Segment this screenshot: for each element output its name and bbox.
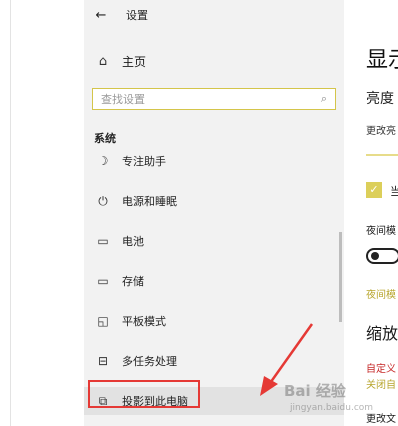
checkbox-label: 当	[390, 185, 398, 198]
sidebar-item-focus-assist[interactable]: ☽ 专注助手	[84, 147, 344, 175]
home-icon: ⌂	[98, 53, 108, 69]
brightness-heading: 亮度	[366, 91, 394, 107]
battery-icon: ▭	[97, 234, 109, 248]
back-arrow-icon[interactable]: ←	[92, 8, 110, 23]
sidebar-item-power-sleep[interactable]: ⏻ 电源和睡眠	[84, 187, 344, 215]
multitasking-icon: ⊟	[97, 354, 109, 368]
search-input[interactable]	[101, 92, 321, 106]
sidebar-item-label: 平板模式	[122, 315, 166, 328]
window-title: 设置	[126, 9, 148, 22]
sidebar-item-label: 多任务处理	[122, 355, 177, 368]
page-border	[10, 0, 11, 426]
checkbox-icon[interactable]: ✓	[366, 182, 382, 198]
watermark-logo: Bai 经验	[284, 382, 346, 400]
search-box[interactable]: ⌕	[92, 88, 336, 110]
section-title: 系统	[94, 132, 116, 145]
night-light-toggle[interactable]	[366, 248, 398, 264]
sidebar-item-battery[interactable]: ▭ 电池	[84, 227, 344, 255]
night-light-label: 夜间模	[366, 226, 396, 237]
settings-window: ← 设置 ⌂ 主页 ⌕ 系统 ☽ 专注助手 ⏻ 电源和睡眠 ▭ 电池 ▭ 存储	[84, 0, 398, 426]
watermark-url: jingyan.baidu.com	[290, 403, 374, 413]
scale-heading: 缩放	[366, 324, 398, 343]
sidebar-item-label: 电池	[122, 235, 144, 248]
brightness-description: 更改亮	[366, 126, 396, 137]
home-item[interactable]: ⌂ 主页	[94, 50, 146, 72]
brightness-slider[interactable]	[366, 154, 398, 156]
sidebar-item-label: 专注助手	[122, 155, 166, 168]
sidebar-item-label: 电源和睡眠	[122, 195, 177, 208]
tablet-mode-icon: ◱	[97, 314, 109, 328]
custom-scale-text[interactable]: 自定义	[366, 360, 396, 375]
turn-off-custom-link[interactable]: 关闭自	[366, 376, 396, 391]
sidebar: ← 设置 ⌂ 主页 ⌕ 系统 ☽ 专注助手 ⏻ 电源和睡眠 ▭ 电池 ▭ 存储	[84, 0, 344, 426]
display-content: 显示 亮度 更改亮 ✓ 当 夜间模 夜间模 缩放 自定义 关闭自 更改文	[344, 0, 398, 426]
toggle-knob	[371, 252, 379, 260]
sidebar-scrollbar[interactable]	[339, 232, 342, 322]
night-light-settings-link[interactable]: 夜间模	[366, 286, 396, 301]
page-title: 显示	[366, 48, 398, 73]
moon-icon: ☽	[97, 154, 109, 168]
storage-icon: ▭	[97, 274, 109, 288]
search-icon[interactable]: ⌕	[321, 92, 327, 106]
home-label: 主页	[122, 54, 147, 69]
title-bar: ← 设置	[92, 4, 148, 26]
sidebar-item-label: 存储	[122, 275, 144, 288]
highlight-box	[88, 380, 200, 408]
sidebar-item-storage[interactable]: ▭ 存储	[84, 267, 344, 295]
power-icon: ⏻	[98, 193, 108, 208]
